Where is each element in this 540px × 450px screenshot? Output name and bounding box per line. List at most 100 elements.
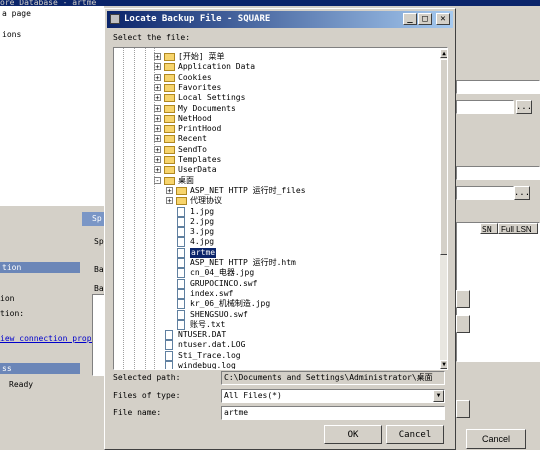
folder-icon (164, 83, 175, 92)
scroll-up-button[interactable]: ▲ (440, 49, 447, 58)
tree-guide-line (145, 48, 146, 369)
files-of-type-label: Files of type: (113, 391, 181, 400)
expand-icon[interactable]: + (154, 166, 161, 174)
folder-icon (164, 176, 175, 185)
expand-icon[interactable]: + (154, 135, 161, 143)
expand-icon[interactable]: + (154, 114, 161, 122)
view-connection-properties-link[interactable]: iew connection proper (0, 334, 101, 343)
tree-item-label: 桌面 (178, 175, 194, 185)
file-icon (177, 288, 185, 299)
file-tree[interactable]: + [开始] 菜单 + Application Data + Cookies + Favori… (113, 47, 448, 370)
file-icon (177, 206, 185, 217)
maximize-button[interactable]: □ (418, 13, 432, 25)
expand-icon[interactable]: + (154, 104, 161, 112)
left-pane-item[interactable]: ions (2, 30, 21, 40)
right-dropdown[interactable] (456, 80, 540, 94)
expand-icon[interactable]: + (154, 94, 161, 102)
files-of-type-select[interactable]: All Files(*) ▼ (221, 389, 445, 403)
side-button[interactable] (456, 400, 470, 418)
file-icon (177, 319, 185, 330)
tree-item-label: artme (190, 247, 217, 258)
selected-path-field: C:\Documents and Settings\Administrator\… (221, 371, 445, 385)
tree-item-label: Sti_Trace.log (178, 350, 241, 360)
expand-icon[interactable]: + (154, 63, 161, 71)
expand-icon[interactable]: + (154, 53, 161, 61)
file-icon (165, 340, 173, 351)
scroll-thumb[interactable] (440, 59, 447, 255)
tree-item-label: windebug.log (178, 361, 236, 370)
file-icon (177, 258, 185, 268)
close-button[interactable]: ✕ (436, 13, 450, 25)
file-icon (177, 278, 185, 289)
folder-icon (164, 114, 175, 123)
file-name-label: File name: (113, 408, 162, 417)
tree-item-label: Local Settings (178, 93, 246, 103)
file-icon (177, 237, 185, 248)
tree-guide-line (123, 48, 124, 369)
tree-item-label: 3.jpg (190, 227, 215, 237)
tree-item-label: Cookies (178, 72, 212, 82)
folder-icon (164, 145, 175, 154)
right-input-2[interactable] (456, 186, 514, 200)
progress-status: Ready (9, 380, 34, 389)
expand-icon[interactable]: + (166, 197, 173, 205)
tree-item-label: index.swf (190, 288, 234, 298)
tree-item-label: [开始] 菜单 (178, 52, 225, 61)
tree-item-label: 2.jpg (190, 216, 215, 226)
tree-item-label: 1.jpg (190, 206, 215, 216)
side-button[interactable] (456, 290, 470, 308)
ok-button[interactable]: OK (324, 425, 382, 444)
tree-item-label: Favorites (178, 82, 222, 92)
expand-icon[interactable]: + (154, 156, 161, 164)
tree-guide-line (154, 48, 155, 369)
side-label: tion: (0, 309, 25, 318)
file-icon (177, 247, 185, 258)
tree-item-label: 4.jpg (190, 237, 215, 247)
chevron-down-icon[interactable]: ▼ (433, 390, 444, 402)
file-icon (177, 227, 185, 238)
left-pane-item[interactable]: a page (2, 9, 31, 19)
tree-item-label: ntuser.dat.LOG (178, 340, 246, 350)
tree-item-label: UserData (178, 165, 217, 175)
file-icon (177, 309, 185, 320)
tree-vertical-scrollbar[interactable]: ▲ ▼ (440, 49, 447, 369)
background-cancel-button[interactable]: Cancel (466, 429, 526, 449)
folder-icon (164, 125, 175, 134)
folder-icon (176, 197, 187, 206)
tree-item-label: GRUPOCINCO.swf (190, 278, 258, 288)
sub-dialog-titlebar: Sp (82, 212, 104, 226)
tree-item-label: ASP_NET HTTP 运行时.htm (190, 258, 296, 267)
grid-header-lsn[interactable]: SN (480, 223, 498, 234)
folder-icon (164, 104, 175, 113)
collapse-icon[interactable]: - (154, 176, 161, 184)
scroll-down-button[interactable]: ▼ (440, 360, 447, 369)
expand-icon[interactable]: + (154, 73, 161, 81)
folder-icon (164, 156, 175, 164)
cancel-button[interactable]: Cancel (386, 425, 444, 444)
folder-icon (164, 166, 175, 175)
files-of-type-value: All Files(*) (224, 391, 282, 400)
right-input[interactable] (456, 100, 514, 114)
expand-icon[interactable]: + (154, 145, 161, 153)
grid-header-full-lsn[interactable]: Full LSN (498, 223, 538, 234)
dialog-title: Locate Backup File - SQUARE (124, 14, 271, 24)
file-name-input[interactable]: artme (221, 406, 445, 420)
expand-icon[interactable]: + (154, 83, 161, 91)
expand-icon[interactable]: + (154, 125, 161, 133)
expand-icon[interactable]: + (166, 186, 173, 194)
browse-button-2[interactable]: ... (514, 186, 530, 200)
folder-icon (164, 135, 175, 144)
side-label: ion (0, 294, 15, 303)
browse-button[interactable]: ... (516, 100, 532, 114)
tree-item-label: cn_04_电器.jpg (190, 268, 255, 278)
right-dropdown-2[interactable] (456, 166, 540, 180)
tree-item-label: My Documents (178, 103, 236, 113)
folder-icon (164, 94, 175, 103)
side-button[interactable] (456, 315, 470, 333)
section-header: ss (0, 363, 80, 374)
section-header: tion (0, 262, 80, 273)
dialog-app-icon (110, 14, 120, 24)
select-file-label: Select the file: (113, 33, 191, 42)
minimize-button[interactable]: _ (403, 13, 417, 25)
tree-item-label: NetHood (178, 113, 212, 123)
